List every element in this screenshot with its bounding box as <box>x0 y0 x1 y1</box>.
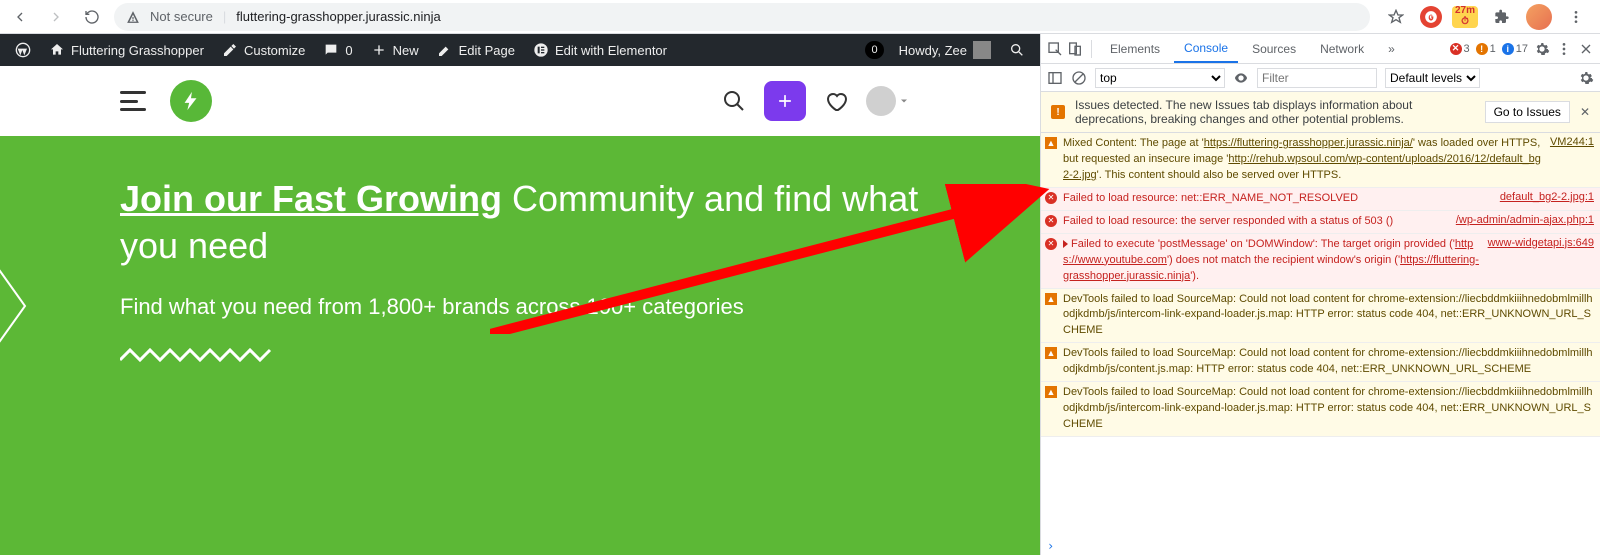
search-icon[interactable] <box>722 89 746 113</box>
wp-site-name: Fluttering Grasshopper <box>71 43 204 58</box>
warning-icon: ▲ <box>1045 386 1057 398</box>
issues-close-icon[interactable]: ✕ <box>1580 105 1590 119</box>
wp-edit-page-label: Edit Page <box>459 43 515 58</box>
context-select[interactable]: top <box>1095 68 1225 88</box>
log-message: Failed to load resource: net::ERR_NAME_N… <box>1063 191 1494 207</box>
wp-comments-count: 0 <box>345 43 352 58</box>
tab-sources[interactable]: Sources <box>1242 34 1306 63</box>
log-message: DevTools failed to load SourceMap: Could… <box>1063 346 1594 378</box>
profile-avatar[interactable] <box>1526 4 1552 30</box>
hero-heading-emph[interactable]: Join our Fast Growing <box>120 178 502 219</box>
wp-elementor[interactable]: Edit with Elementor <box>524 34 676 66</box>
site-logo[interactable] <box>170 80 212 122</box>
warning-count[interactable]: !1 <box>1476 43 1496 55</box>
devtools-menu-icon[interactable] <box>1556 41 1572 57</box>
console-log-entry[interactable]: ✕ Failed to execute 'postMessage' on 'DOM… <box>1041 234 1600 289</box>
wp-search-icon[interactable] <box>1000 42 1034 58</box>
back-button[interactable] <box>6 3 34 31</box>
hero-subheading: Find what you need from 1,800+ brands ac… <box>120 294 920 320</box>
extension-grammarly-icon[interactable] <box>1420 6 1442 28</box>
wp-customize-label: Customize <box>244 43 305 58</box>
chrome-menu-icon[interactable] <box>1562 3 1590 31</box>
level-select[interactable]: Default levels ▾ <box>1385 68 1480 88</box>
log-source-link[interactable]: default_bg2-2.jpg:1 <box>1500 191 1594 203</box>
console-prompt[interactable]: › <box>1041 537 1600 555</box>
address-bar[interactable]: Not secure | fluttering-grasshopper.jura… <box>114 3 1370 31</box>
url-text: fluttering-grasshopper.jurassic.ninja <box>236 9 441 24</box>
wp-notif-badge[interactable]: 0 <box>865 41 883 59</box>
wp-user-avatar <box>973 41 991 59</box>
info-count[interactable]: i17 <box>1502 43 1528 55</box>
devtools-settings-icon[interactable] <box>1534 41 1550 57</box>
user-avatar-icon <box>866 86 896 116</box>
add-button[interactable] <box>764 81 806 121</box>
wp-logo[interactable] <box>6 34 40 66</box>
decorative-shape-icon <box>0 266 30 346</box>
wp-customize[interactable]: Customize <box>213 34 314 66</box>
warning-icon: ▲ <box>1045 293 1057 305</box>
log-message: DevTools failed to load SourceMap: Could… <box>1063 292 1594 340</box>
devtools-close-icon[interactable] <box>1578 41 1594 57</box>
filter-input[interactable] <box>1257 68 1377 88</box>
wishlist-heart-icon[interactable] <box>824 89 848 113</box>
log-message: DevTools failed to load SourceMap: Could… <box>1063 385 1594 433</box>
live-expression-icon[interactable] <box>1233 70 1249 86</box>
extensions-puzzle-icon[interactable] <box>1488 3 1516 31</box>
reload-button[interactable] <box>78 3 106 31</box>
tab-elements[interactable]: Elements <box>1100 34 1170 63</box>
clear-console-icon[interactable] <box>1071 70 1087 86</box>
log-message: Failed to load resource: the server resp… <box>1063 214 1450 230</box>
tab-console[interactable]: Console <box>1174 34 1238 63</box>
go-to-issues-button[interactable]: Go to Issues <box>1485 101 1570 123</box>
wp-comments[interactable]: 0 <box>314 34 361 66</box>
issues-text: Issues detected. The new Issues tab disp… <box>1075 98 1475 126</box>
devtools-panel: Elements Console Sources Network » ✕3 !1… <box>1040 34 1600 555</box>
wp-elementor-label: Edit with Elementor <box>555 43 667 58</box>
bookmark-star-icon[interactable] <box>1382 3 1410 31</box>
console-log-entry[interactable]: ✕ Failed to load resource: net::ERR_NAME_… <box>1041 188 1600 211</box>
console-log-entry[interactable]: ▲ Mixed Content: The page at 'https://flu… <box>1041 133 1600 188</box>
hamburger-menu[interactable] <box>120 91 146 111</box>
wp-howdy[interactable]: Howdy, Zee <box>890 41 1000 59</box>
console-log-entry[interactable]: ▲ DevTools failed to load SourceMap: Coul… <box>1041 382 1600 437</box>
device-toggle-icon[interactable] <box>1067 41 1083 57</box>
log-source-link[interactable]: /wp-admin/admin-ajax.php:1 <box>1456 214 1594 226</box>
not-secure-label: Not secure <box>150 9 213 24</box>
not-secure-icon <box>126 10 140 24</box>
issues-warning-icon: ! <box>1051 105 1065 119</box>
chevron-down-icon <box>898 95 910 107</box>
wp-edit-page[interactable]: Edit Page <box>428 34 524 66</box>
tab-more[interactable]: » <box>1378 34 1405 63</box>
inspect-icon[interactable] <box>1047 41 1063 57</box>
hero-section: Join our Fast Growing Community and find… <box>0 136 1040 555</box>
console-settings-icon[interactable] <box>1578 70 1594 86</box>
wp-site-home[interactable]: Fluttering Grasshopper <box>40 34 213 66</box>
log-message: Failed to execute 'postMessage' on 'DOMW… <box>1063 237 1482 285</box>
error-count[interactable]: ✕3 <box>1450 43 1470 55</box>
log-source-link[interactable]: www-widgetapi.js:649 <box>1488 237 1594 249</box>
warning-icon: ▲ <box>1045 137 1057 149</box>
error-icon: ✕ <box>1045 215 1057 227</box>
extension-badge-icon[interactable]: 27m ⏱ <box>1452 6 1478 28</box>
error-icon: ✕ <box>1045 238 1057 250</box>
log-message: Mixed Content: The page at 'https://flut… <box>1063 136 1544 184</box>
log-source-link[interactable]: VM244:1 <box>1550 136 1594 148</box>
error-icon: ✕ <box>1045 192 1057 204</box>
forward-button[interactable] <box>42 3 70 31</box>
tab-network[interactable]: Network <box>1310 34 1374 63</box>
wp-new[interactable]: New <box>362 34 428 66</box>
console-log-entry[interactable]: ▲ DevTools failed to load SourceMap: Coul… <box>1041 343 1600 382</box>
user-menu[interactable] <box>866 86 910 116</box>
divider-zigzag-icon <box>120 348 280 362</box>
extension-badge-text: 27m <box>1452 5 1478 16</box>
hero-heading: Join our Fast Growing Community and find… <box>120 176 920 270</box>
wp-howdy-text: Howdy, Zee <box>899 43 967 58</box>
wp-new-label: New <box>393 43 419 58</box>
warning-icon: ▲ <box>1045 347 1057 359</box>
console-sidebar-icon[interactable] <box>1047 70 1063 86</box>
console-log-entry[interactable]: ▲ DevTools failed to load SourceMap: Coul… <box>1041 289 1600 344</box>
console-log-entry[interactable]: ✕ Failed to load resource: the server res… <box>1041 211 1600 234</box>
console-log-list: ▲ Mixed Content: The page at 'https://flu… <box>1041 133 1600 537</box>
